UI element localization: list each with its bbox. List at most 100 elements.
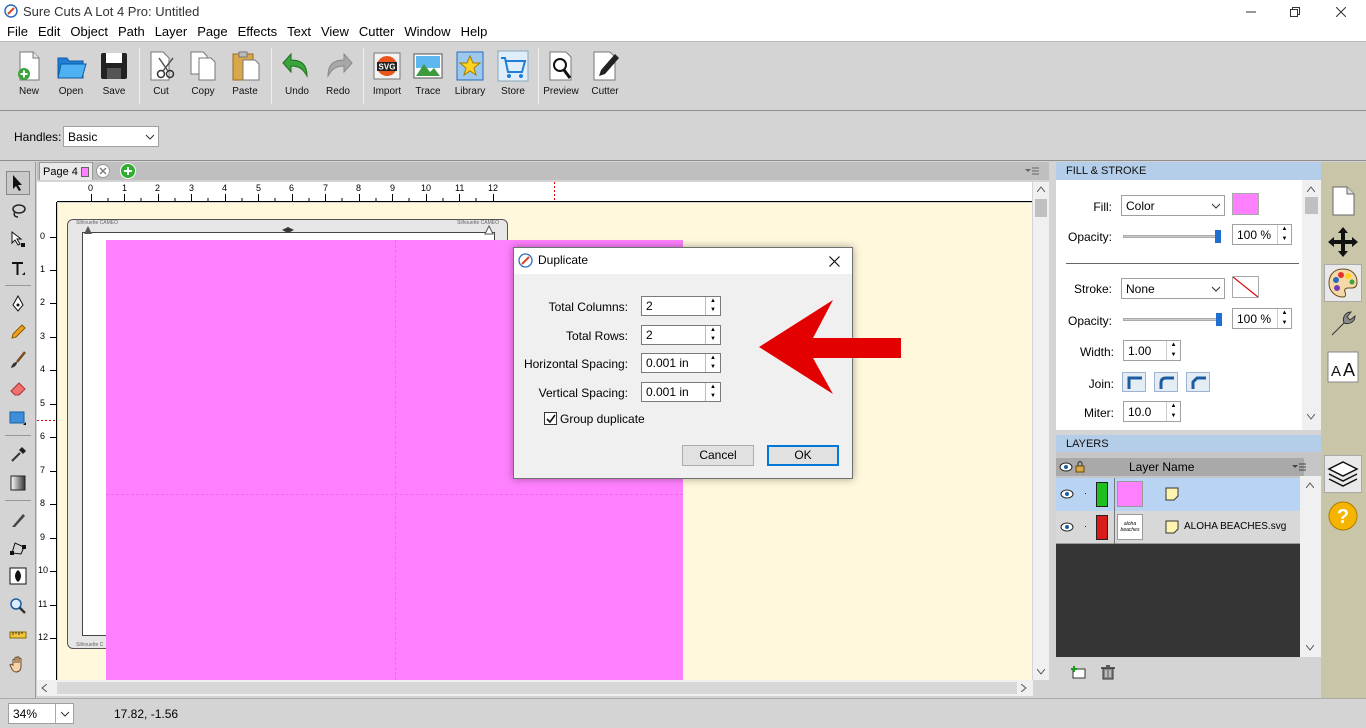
undo-button[interactable]: Undo: [276, 50, 318, 106]
fill-stroke-panel-button[interactable]: [1324, 264, 1362, 302]
stroke-opacity-slider[interactable]: [1123, 318, 1220, 321]
gradient-tool[interactable]: [6, 471, 30, 495]
layers-scrollbar[interactable]: [1300, 476, 1321, 657]
pencil-tool[interactable]: [6, 320, 30, 344]
store-button[interactable]: Store: [492, 50, 534, 106]
horizontal-spacing-spinner[interactable]: ▲ ▼: [705, 354, 720, 372]
menu-path[interactable]: Path: [113, 23, 150, 41]
stroke-type-select[interactable]: None: [1121, 278, 1225, 299]
preview-button[interactable]: Preview: [540, 50, 582, 106]
lock-icon[interactable]: [1075, 460, 1085, 473]
pan-tool[interactable]: [6, 652, 30, 676]
save-button[interactable]: Save: [93, 50, 135, 106]
menu-cutter[interactable]: Cutter: [354, 23, 399, 41]
group-duplicate-checkbox[interactable]: [544, 412, 557, 425]
menu-effects[interactable]: Effects: [233, 23, 283, 41]
fill-type-select[interactable]: Color: [1121, 195, 1225, 216]
node-edit-tool[interactable]: [6, 227, 30, 251]
layer-row[interactable]: ·: [1056, 478, 1300, 511]
layer-lock-dot[interactable]: ·: [1084, 488, 1087, 498]
close-page-button[interactable]: [96, 164, 110, 178]
scroll-right-icon[interactable]: [1021, 684, 1027, 692]
trace-button[interactable]: Trace: [407, 50, 449, 106]
transform-panel-button[interactable]: [1324, 223, 1362, 261]
add-page-button[interactable]: [120, 163, 136, 179]
eye-icon[interactable]: [1059, 461, 1073, 473]
stroke-width-spinner[interactable]: ▲ ▼: [1166, 341, 1180, 360]
horizontal-scroll-thumb[interactable]: [57, 682, 1017, 694]
brush-tool[interactable]: [6, 348, 30, 372]
stroke-color-swatch[interactable]: [1232, 276, 1259, 298]
layers-menu-icon[interactable]: [1292, 462, 1306, 472]
layers-panel-button[interactable]: [1324, 455, 1362, 493]
layer-lock-dot[interactable]: ·: [1084, 521, 1087, 531]
menu-object[interactable]: Object: [65, 23, 113, 41]
layer-visible-eye-icon[interactable]: [1060, 489, 1074, 499]
import-button[interactable]: SVG Import: [366, 50, 408, 106]
layer-visible-eye-icon[interactable]: [1060, 522, 1074, 532]
close-window-button[interactable]: [1318, 0, 1364, 23]
vertical-scroll-thumb[interactable]: [1035, 199, 1047, 217]
select-tool[interactable]: [6, 171, 30, 195]
delete-layer-trash-icon[interactable]: [1101, 665, 1115, 680]
tab-menu-icon[interactable]: [1025, 166, 1039, 176]
stroke-opacity-slider-thumb[interactable]: [1216, 313, 1222, 326]
menu-help[interactable]: Help: [456, 23, 493, 41]
paste-button[interactable]: Paste: [224, 50, 266, 106]
eyedropper-tool[interactable]: [6, 443, 30, 467]
menu-view[interactable]: View: [316, 23, 354, 41]
scroll-down-icon[interactable]: [1307, 414, 1315, 420]
zoom-tool[interactable]: [6, 594, 30, 618]
help-button[interactable]: ?: [1324, 497, 1362, 535]
menu-edit[interactable]: Edit: [33, 23, 65, 41]
document-panel-button[interactable]: [1324, 182, 1362, 220]
layer-color-tag[interactable]: [1096, 482, 1108, 507]
scroll-down-icon[interactable]: [1306, 645, 1314, 651]
knife-tool[interactable]: [6, 508, 30, 532]
ok-button[interactable]: OK: [767, 445, 839, 466]
cancel-button[interactable]: Cancel: [682, 445, 754, 466]
miter-join-button[interactable]: [1122, 372, 1146, 392]
eraser-tool[interactable]: [6, 376, 30, 400]
text-tool[interactable]: [6, 257, 30, 281]
total-rows-spinner[interactable]: ▲ ▼: [705, 326, 720, 344]
total-rows-input[interactable]: 2 ▲ ▼: [641, 325, 721, 345]
fill-stroke-scroll-thumb[interactable]: [1305, 197, 1318, 214]
minimize-button[interactable]: [1228, 0, 1274, 23]
menu-page[interactable]: Page: [192, 23, 232, 41]
stroke-opacity-input[interactable]: 100 % ▲ ▼: [1232, 308, 1292, 329]
miter-spinner[interactable]: ▲ ▼: [1166, 402, 1180, 421]
redo-button[interactable]: Redo: [317, 50, 359, 106]
layer-row[interactable]: · aloha beaches ALOHA BEACHES.svg: [1056, 511, 1300, 544]
menu-layer[interactable]: Layer: [150, 23, 193, 41]
text-panel-button[interactable]: AA: [1324, 348, 1362, 386]
lasso-tool[interactable]: [6, 199, 30, 223]
cut-button[interactable]: Cut: [140, 50, 182, 106]
new-button[interactable]: New: [8, 50, 50, 106]
page-tab[interactable]: Page 4: [39, 162, 93, 180]
layer-color-tag[interactable]: [1096, 515, 1108, 540]
round-join-button[interactable]: [1154, 372, 1178, 392]
vertical-spacing-spinner[interactable]: ▲ ▼: [705, 383, 720, 401]
horizontal-spacing-input[interactable]: 0.001 in ▲ ▼: [641, 353, 721, 373]
weld-tool[interactable]: [6, 564, 30, 588]
stroke-opacity-spinner[interactable]: ▲ ▼: [1277, 309, 1291, 328]
total-columns-input[interactable]: 2 ▲ ▼: [641, 296, 721, 316]
total-columns-spinner[interactable]: ▲ ▼: [705, 297, 720, 315]
fill-color-swatch[interactable]: [1232, 193, 1259, 215]
scroll-down-icon[interactable]: [1037, 669, 1045, 675]
miter-input[interactable]: 10.0 ▲ ▼: [1123, 401, 1181, 422]
vertical-spacing-input[interactable]: 0.001 in ▲ ▼: [641, 382, 721, 402]
zoom-select[interactable]: 34%: [8, 703, 74, 724]
pen-tool[interactable]: [6, 292, 30, 316]
scroll-up-icon[interactable]: [1307, 186, 1315, 192]
dialog-close-button[interactable]: [824, 252, 844, 270]
copy-button[interactable]: Copy: [182, 50, 224, 106]
bevel-join-button[interactable]: [1186, 372, 1210, 392]
settings-panel-button[interactable]: [1324, 305, 1362, 343]
path-tool[interactable]: [6, 536, 30, 560]
scroll-left-icon[interactable]: [41, 684, 47, 692]
fill-stroke-scrollbar[interactable]: [1302, 180, 1321, 430]
canvas-vertical-scrollbar[interactable]: [1033, 182, 1049, 680]
fill-opacity-slider-thumb[interactable]: [1215, 230, 1221, 243]
